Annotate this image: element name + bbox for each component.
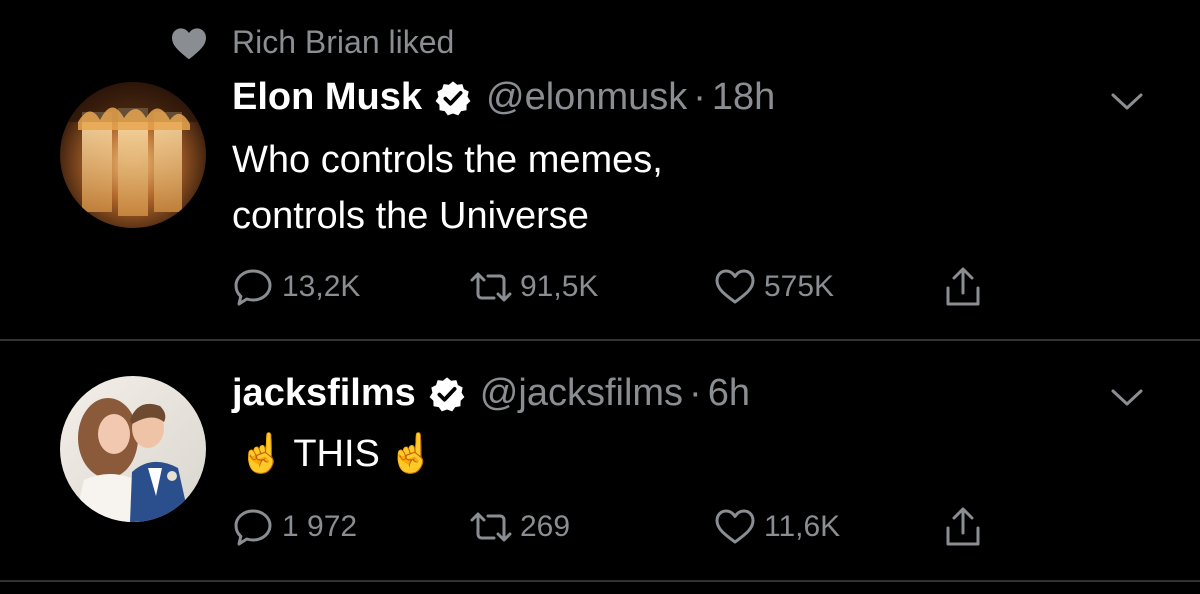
tweet-actions: 13,2K 91,5K 575K bbox=[230, 264, 1010, 314]
avatar[interactable] bbox=[60, 376, 206, 522]
reply-button[interactable]: 13,2K bbox=[230, 264, 360, 310]
chevron-down-icon[interactable] bbox=[1110, 388, 1144, 408]
handle[interactable]: @jacksfilms bbox=[480, 372, 683, 415]
tweet-text-line: Who controls the memes, bbox=[232, 139, 663, 181]
share-button[interactable] bbox=[940, 504, 992, 550]
display-name[interactable]: jacksfilms bbox=[232, 372, 416, 415]
retweet-count: 269 bbox=[520, 510, 571, 543]
reply-icon bbox=[234, 509, 272, 546]
social-context-label: Rich Brian liked bbox=[232, 24, 455, 60]
reply-icon bbox=[234, 269, 272, 306]
heart-icon bbox=[715, 509, 755, 544]
tweet-text-body: THIS bbox=[293, 433, 380, 475]
avatar[interactable] bbox=[60, 82, 206, 228]
share-icon bbox=[946, 267, 980, 306]
tweet-text: ☝️ THIS ☝️ bbox=[232, 426, 443, 482]
retweet-icon bbox=[470, 512, 512, 542]
like-button[interactable]: 575K bbox=[712, 264, 834, 310]
share-icon bbox=[946, 507, 980, 546]
like-count: 575K bbox=[764, 270, 835, 303]
display-name[interactable]: Elon Musk bbox=[232, 76, 422, 119]
verified-badge-icon bbox=[429, 376, 465, 411]
share-button[interactable] bbox=[940, 264, 992, 310]
pointing-up-emoji: ☝️ bbox=[238, 433, 286, 475]
pointing-up-emoji: ☝️ bbox=[387, 433, 436, 475]
retweet-button[interactable]: 269 bbox=[468, 504, 570, 550]
timestamp[interactable]: 18h bbox=[712, 76, 775, 119]
tweet-divider bbox=[0, 580, 1200, 582]
retweet-count: 91,5K bbox=[520, 270, 599, 303]
reply-count: 13,2K bbox=[282, 270, 361, 303]
tweet-actions: 1 972 269 11,6K bbox=[230, 504, 1010, 554]
flame-burning-avatar bbox=[60, 82, 206, 228]
tweet-text: Who controls the memes, controls the Uni… bbox=[232, 132, 663, 244]
timeline-feed: Rich Brian liked Elon Musk @elonmusk · 1… bbox=[0, 0, 1200, 594]
timestamp[interactable]: 6h bbox=[708, 372, 750, 415]
separator: · bbox=[693, 76, 706, 118]
reply-count: 1 972 bbox=[282, 510, 358, 543]
social-context: Rich Brian liked bbox=[170, 24, 454, 61]
handle[interactable]: @elonmusk bbox=[486, 76, 687, 119]
like-count: 11,6K bbox=[764, 510, 841, 543]
separator: · bbox=[689, 372, 702, 414]
tweet-text-line: controls the Universe bbox=[232, 195, 589, 237]
tweet-header: Elon Musk @elonmusk · 18h bbox=[232, 76, 775, 119]
wedding-couple-avatar bbox=[60, 376, 206, 522]
chevron-down-icon[interactable] bbox=[1110, 92, 1144, 112]
like-button[interactable]: 11,6K bbox=[712, 504, 840, 550]
retweet-button[interactable]: 91,5K bbox=[468, 264, 598, 310]
tweet-elonmusk[interactable]: Rich Brian liked Elon Musk @elonmusk · 1… bbox=[0, 0, 1200, 340]
verified-badge-icon bbox=[435, 80, 471, 115]
reply-button[interactable]: 1 972 bbox=[230, 504, 357, 550]
retweet-icon bbox=[470, 272, 512, 302]
heart-icon bbox=[715, 269, 755, 304]
heart-filled-icon bbox=[172, 27, 206, 59]
tweet-header: jacksfilms @jacksfilms · 6h bbox=[232, 372, 750, 415]
